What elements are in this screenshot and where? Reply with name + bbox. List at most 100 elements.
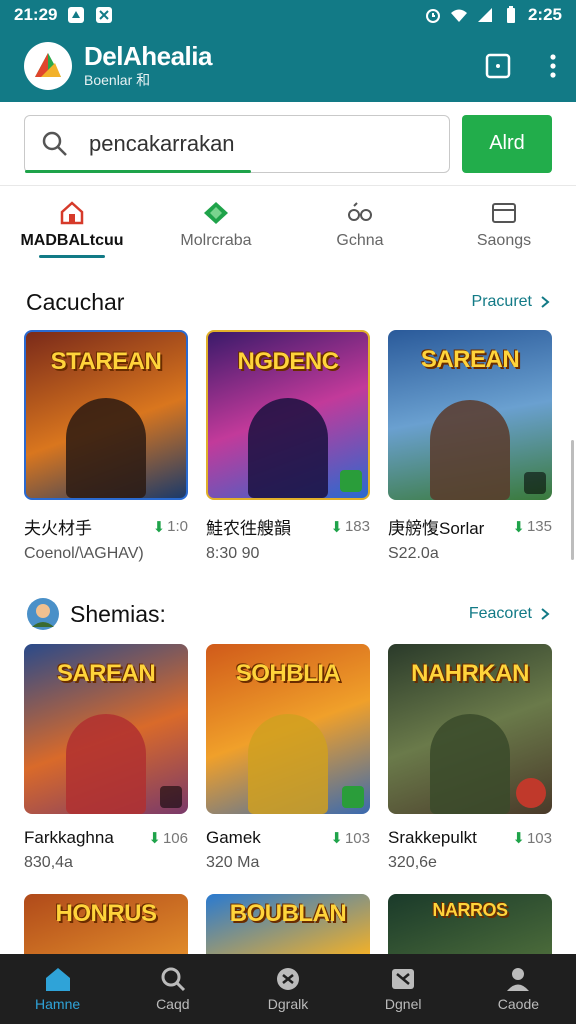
cast-icon[interactable] <box>484 52 512 80</box>
tool-icon <box>96 7 113 23</box>
badge-icon <box>516 778 546 808</box>
game-price: 320,6e <box>388 854 437 871</box>
nav-search-label: Caqd <box>156 996 190 1012</box>
search-icon <box>42 131 67 156</box>
section-link-label: Pracuret <box>471 293 532 310</box>
tab-people[interactable]: Gchna <box>288 186 432 264</box>
game-thumbnail[interactable]: SOHBLIA <box>206 644 370 814</box>
game-rating: ⬇ 1:0 <box>153 518 188 536</box>
game-rating-value: 103 <box>344 829 370 847</box>
game-rating-value: 106 <box>162 829 188 847</box>
game-name: Farkkaghna <box>24 828 114 847</box>
game-art-title: SAREAN <box>420 346 520 373</box>
game-art-title: NGDENC <box>237 348 339 375</box>
badge-icon <box>160 786 182 808</box>
tab-saved[interactable]: Saongs <box>432 186 576 264</box>
badge-icon <box>340 470 362 492</box>
game-thumbnail[interactable]: STAREAN <box>24 330 188 500</box>
game-character-art <box>248 714 328 814</box>
game-character-art <box>66 398 146 498</box>
game-thumbnail[interactable]: NARROS <box>388 894 552 954</box>
game-grid-3: HONRUS BOUBLAN NARROS <box>0 894 576 954</box>
game-thumbnail[interactable]: NAHRKAN <box>388 644 552 814</box>
game-card[interactable]: SAREAN 庚艕愎Sorlar ⬇ 135 S22.0a <box>388 330 552 563</box>
game-card[interactable]: NAHRKAN Srakkepulkt ⬇ 103 320,6e <box>388 644 552 872</box>
game-art-title: NARROS <box>432 900 508 920</box>
game-art-title: NAHRKAN <box>411 660 529 687</box>
status-bar: 21:29 2:25 <box>0 0 576 30</box>
game-card[interactable]: STAREAN 夫火材手 ⬇ 1:0 Coenol/\AGHAV) <box>24 330 188 563</box>
game-card[interactable]: SOHBLIA Gamek ⬇ 103 320 Ma <box>206 644 370 872</box>
game-card[interactable]: SAREAN Farkkaghna ⬇ 106 830,4a <box>24 644 188 872</box>
add-button[interactable]: Alrd <box>462 114 552 173</box>
status-time: 21:29 <box>14 5 58 24</box>
game-art-title: STAREAN <box>50 348 162 375</box>
search-box[interactable] <box>24 114 450 173</box>
tab-home[interactable]: MADBALtcuu <box>0 186 144 264</box>
game-name: 鮭农徃艘韻 <box>206 519 291 538</box>
game-card[interactable]: BOUBLAN <box>206 894 370 954</box>
download-icon: ⬇ <box>152 518 166 536</box>
tab-saved-label: Saongs <box>476 232 532 249</box>
game-card[interactable]: NGDENC 鮭农徃艘韻 ⬇ 183 8:30 90 <box>206 330 370 563</box>
diamond-icon <box>204 202 228 224</box>
chevron-right-icon <box>541 608 550 620</box>
app-subtitle: Boenlar 和 <box>84 72 151 88</box>
download-icon: ⬇ <box>512 518 525 536</box>
game-name: 庚艕愎Sorlar <box>388 519 485 538</box>
game-art-title: SAREAN <box>56 660 156 687</box>
wifi-icon <box>450 9 467 22</box>
search-icon <box>161 967 185 992</box>
nav-profile-label: Caode <box>497 996 540 1012</box>
home-icon <box>45 968 70 991</box>
game-rating-value: 183 <box>344 518 370 535</box>
game-rating-value: 103 <box>526 829 552 847</box>
app-title: DelAhealia <box>84 41 212 71</box>
section-see-more-link[interactable]: Pracuret <box>472 293 550 311</box>
tab-games-label: Molrcraba <box>180 232 252 249</box>
section-see-more-link[interactable]: Feacoret <box>469 605 550 623</box>
tab-people-label: Gchna <box>336 232 384 249</box>
game-grid-2: SAREAN Farkkaghna ⬇ 106 830,4a SOHBLIA Ga… <box>0 644 576 872</box>
game-price: 320 Ma <box>206 854 260 871</box>
chat-icon <box>277 968 299 990</box>
section-link-label: Feacoret <box>468 605 532 622</box>
section-title: Cacuchar <box>26 288 125 315</box>
nav-profile[interactable]: Caode <box>461 954 576 1024</box>
game-art-title: SOHBLIA <box>235 660 341 687</box>
game-card[interactable]: HONRUS <box>24 894 188 954</box>
download-icon: ⬇ <box>330 830 343 847</box>
game-character-art <box>430 400 510 500</box>
nav-messages[interactable]: Dgnel <box>346 954 461 1024</box>
status-battery-text: 2:25 <box>527 5 562 24</box>
game-thumbnail[interactable]: HONRUS <box>24 894 188 954</box>
game-price: S22.0a <box>388 545 439 562</box>
alarm-icon <box>425 9 440 23</box>
game-rating: ⬇ 103 <box>512 829 552 848</box>
game-card[interactable]: NARROS <box>388 894 552 954</box>
badge-icon <box>524 472 546 494</box>
game-thumbnail[interactable]: SAREAN <box>388 330 552 500</box>
game-thumbnail[interactable]: SAREAN <box>24 644 188 814</box>
game-grid-1: STAREAN 夫火材手 ⬇ 1:0 Coenol/\AGHAV) NGDENC … <box>0 330 576 563</box>
battery-icon <box>506 6 515 23</box>
game-rating-value: 135 <box>526 518 552 535</box>
game-character-art <box>248 398 328 498</box>
search-input[interactable] <box>89 130 389 157</box>
tab-games[interactable]: Molrcraba <box>144 186 288 264</box>
nav-search[interactable]: Caqd <box>115 954 230 1024</box>
game-thumbnail[interactable]: NGDENC <box>206 330 370 500</box>
more-options-icon[interactable] <box>548 52 558 80</box>
game-rating: ⬇ 106 <box>148 829 188 848</box>
app-header: DelAhealia Boenlar 和 <box>0 30 576 102</box>
nav-home[interactable]: Hamne <box>0 954 115 1024</box>
nav-chat[interactable]: Dgralk <box>230 954 345 1024</box>
game-price: 8:30 90 <box>206 545 260 562</box>
game-name: Gamek <box>206 828 261 847</box>
game-rating: ⬇ 135 <box>512 518 552 536</box>
section-header-1: Cacuchar Pracuret <box>0 282 576 322</box>
game-name: Srakkepulkt <box>388 828 477 847</box>
game-character-art <box>66 714 146 814</box>
scrollbar[interactable] <box>571 440 574 560</box>
game-thumbnail[interactable]: BOUBLAN <box>206 894 370 954</box>
